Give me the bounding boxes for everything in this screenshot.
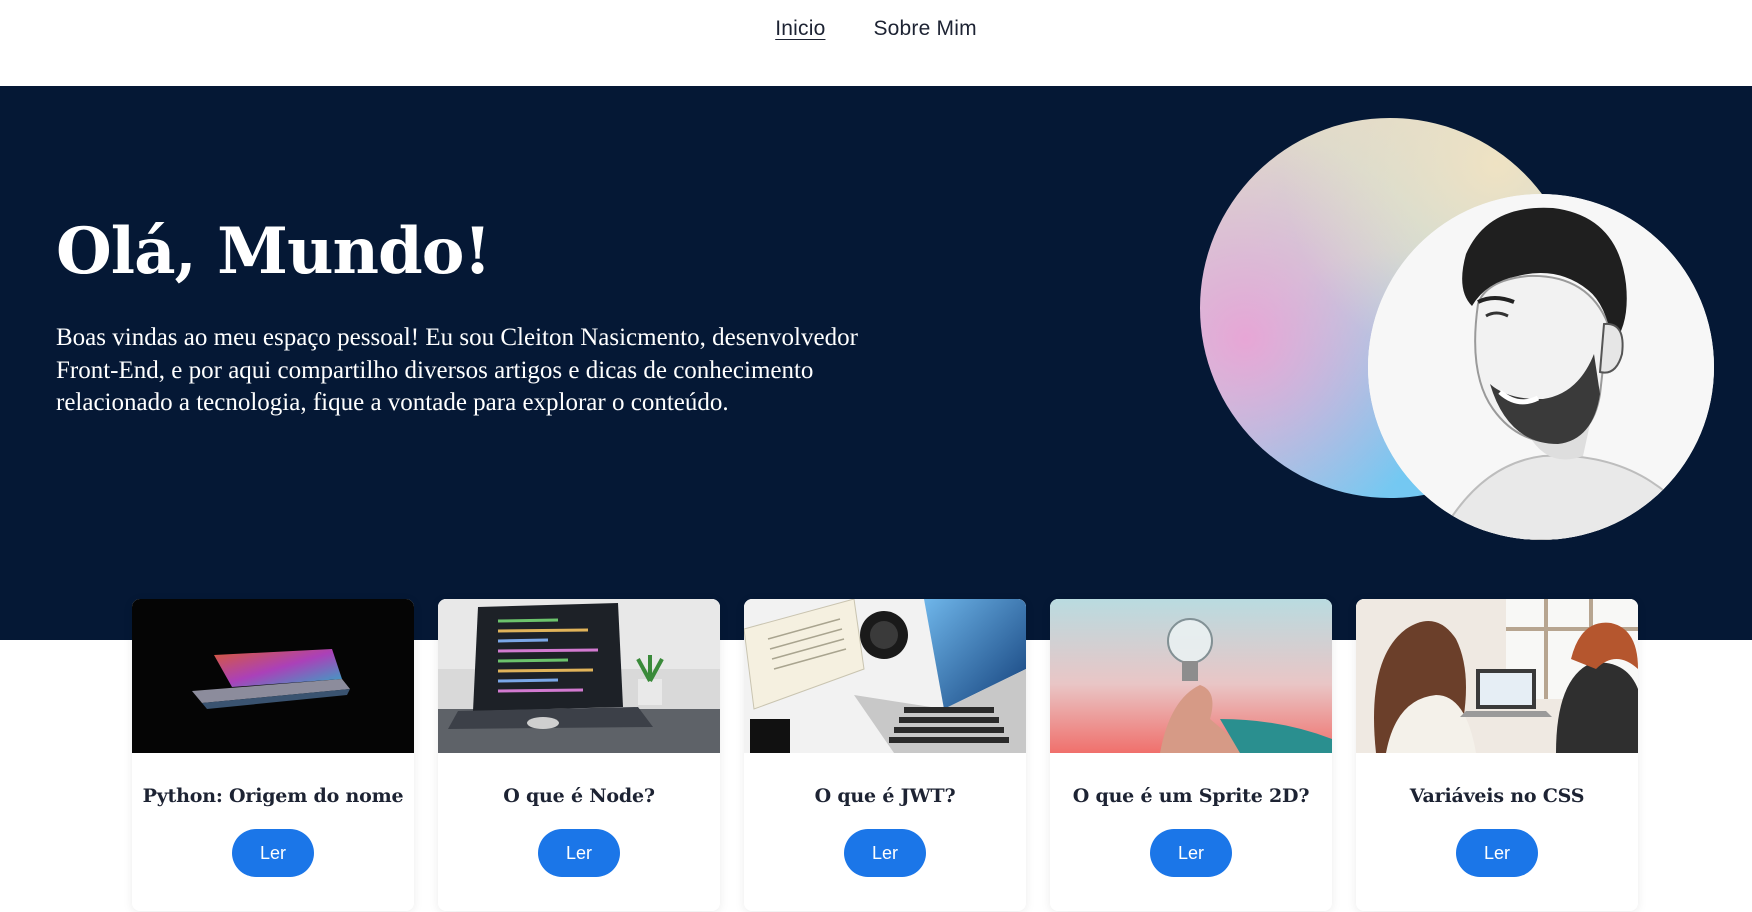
card-title: O que é JWT? <box>814 785 956 807</box>
card-title: Python: Origem do nome <box>142 785 404 807</box>
lightbulb-image <box>1050 599 1332 753</box>
nav-link-sobre-mim[interactable]: Sobre Mim <box>873 17 976 41</box>
card-title: O que é um Sprite 2D? <box>1072 785 1310 807</box>
read-button[interactable]: Ler <box>232 829 314 877</box>
article-cards: Python: Origem do nome Ler O que é Node?… <box>132 599 1638 911</box>
read-button[interactable]: Ler <box>1150 829 1232 877</box>
article-card: O que é um Sprite 2D? Ler <box>1050 599 1332 911</box>
card-title: O que é Node? <box>503 785 655 807</box>
article-card: Variáveis no CSS Ler <box>1356 599 1638 911</box>
article-card: O que é JWT? Ler <box>744 599 1026 911</box>
profile-avatar <box>1368 194 1714 540</box>
desk-laptop-image <box>744 599 1026 753</box>
article-card: Python: Origem do nome Ler <box>132 599 414 911</box>
read-button[interactable]: Ler <box>538 829 620 877</box>
profile-portrait-image <box>1368 194 1714 540</box>
card-title: Variáveis no CSS <box>1409 785 1585 807</box>
hero-section: Olá, Mundo! Boas vindas ao meu espaço pe… <box>0 86 1752 640</box>
read-button[interactable]: Ler <box>844 829 926 877</box>
article-card: O que é Node? Ler <box>438 599 720 911</box>
code-laptop-image <box>438 599 720 753</box>
top-nav: Inicio Sobre Mim <box>0 0 1752 86</box>
hero-title: Olá, Mundo! <box>56 214 492 289</box>
read-button[interactable]: Ler <box>1456 829 1538 877</box>
laptop-dark-image <box>132 599 414 753</box>
nav-link-inicio[interactable]: Inicio <box>775 17 825 41</box>
hero-intro-text: Boas vindas ao meu espaço pessoal! Eu so… <box>56 324 858 416</box>
people-laptop-image <box>1356 599 1638 753</box>
